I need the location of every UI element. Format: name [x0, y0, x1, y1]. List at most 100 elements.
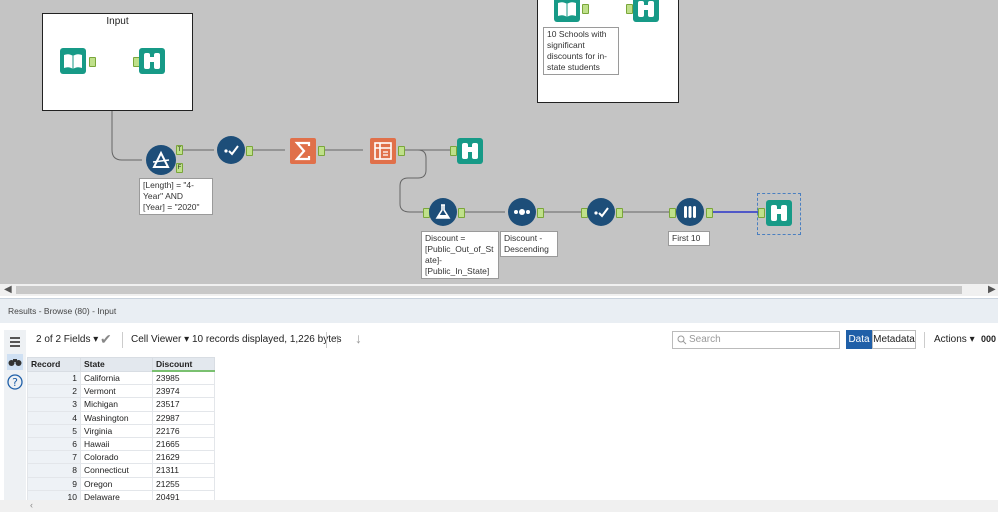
help-icon[interactable]: ? — [7, 374, 23, 390]
table-row[interactable]: 3 Michigan 23517 — [27, 397, 215, 412]
input-data-tool[interactable] — [552, 0, 582, 24]
discount-cell[interactable]: 23517 — [152, 397, 215, 412]
state-cell[interactable]: Vermont — [80, 384, 153, 399]
record-cell: 5 — [27, 423, 81, 438]
data-tab-button[interactable]: Data — [846, 330, 872, 349]
sort-annotation: Discount - Descending — [500, 231, 558, 257]
binoculars-icon — [633, 0, 659, 22]
actions-dropdown[interactable]: Actions ▾ — [934, 334, 975, 345]
results-table[interactable]: Record State Discount 1 California 23985 2… — [27, 357, 215, 504]
arrow-down-icon[interactable]: ↓ — [355, 330, 362, 346]
workflow-canvas[interactable]: Input 10 Schools with significant discou… — [0, 0, 998, 284]
select-tool[interactable] — [217, 136, 245, 164]
input-data-tool[interactable] — [58, 46, 88, 76]
column-header-state[interactable]: State — [80, 357, 153, 372]
discount-cell[interactable]: 22987 — [152, 410, 215, 425]
output-anchor[interactable] — [89, 57, 96, 67]
scrollbar-thumb[interactable] — [16, 286, 962, 294]
table-row[interactable]: 2 Vermont 23974 — [27, 384, 215, 399]
input-anchor[interactable] — [669, 208, 676, 218]
arrow-up-icon[interactable]: ↑ — [334, 330, 341, 346]
output-anchor[interactable] — [318, 146, 325, 156]
checkmark-icon — [224, 145, 239, 156]
results-title: Results - Browse (80) - Input — [8, 306, 117, 316]
output-anchor[interactable] — [537, 208, 544, 218]
table-row[interactable]: 5 Virginia 22176 — [27, 423, 215, 438]
state-cell[interactable]: Michigan — [80, 397, 153, 412]
output-anchor[interactable] — [458, 208, 465, 218]
canvas-horizontal-scrollbar[interactable]: ◀ ▶ — [0, 284, 998, 296]
sample-annotation: First 10 — [668, 231, 710, 246]
state-cell[interactable]: Colorado — [80, 450, 153, 465]
scroll-right-icon[interactable]: ▶ — [988, 284, 996, 295]
filter-true-anchor[interactable]: T — [176, 145, 183, 155]
sort-icon — [514, 209, 530, 215]
output-anchor[interactable] — [398, 146, 405, 156]
record-cell: 4 — [27, 410, 81, 425]
sample-tool[interactable] — [676, 198, 704, 226]
crosstab-tool[interactable] — [368, 136, 398, 166]
output-anchor[interactable] — [616, 208, 623, 218]
discount-cell[interactable]: 21255 — [152, 476, 215, 491]
binoculars-icon[interactable] — [7, 354, 23, 370]
discount-cell[interactable]: 21665 — [152, 436, 215, 452]
browse-tool[interactable] — [137, 46, 167, 76]
cell-viewer-label: Cell Viewer — [131, 334, 182, 345]
formula-tool[interactable] — [429, 198, 457, 226]
toolbar-divider — [122, 332, 123, 348]
results-horizontal-scrollbar[interactable]: ‹ — [0, 500, 998, 512]
metadata-tab-button[interactable]: Metadata — [872, 330, 916, 349]
record-cell: 6 — [27, 436, 81, 452]
state-cell[interactable]: Oregon — [80, 476, 153, 491]
more-options-icon[interactable]: 000 — [981, 334, 996, 344]
state-cell[interactable]: California — [80, 370, 153, 386]
table-row[interactable]: 6 Hawaii 21665 — [27, 436, 215, 452]
results-sidebar: ? — [4, 330, 26, 500]
test-tubes-icon — [684, 206, 696, 218]
record-cell: 1 — [27, 370, 81, 386]
state-cell[interactable]: Washington — [80, 410, 153, 425]
browse-tool[interactable] — [455, 136, 485, 166]
output-anchor[interactable] — [582, 4, 589, 14]
formula-annotation: Discount = [Public_Out_of_St ate]- [Publ… — [421, 231, 499, 279]
discount-cell[interactable]: 21629 — [152, 450, 215, 465]
table-row[interactable]: 9 Oregon 21255 — [27, 476, 215, 491]
browse-tool[interactable] — [764, 198, 794, 228]
filter-false-anchor[interactable]: F — [176, 163, 183, 173]
book-icon — [60, 48, 86, 74]
container-title: Input — [106, 16, 129, 27]
cell-viewer-dropdown[interactable]: Cell Viewer ▾ — [131, 334, 189, 345]
table-row[interactable]: 7 Colorado 21629 — [27, 450, 215, 465]
search-input[interactable]: Search — [672, 331, 840, 349]
discount-cell[interactable]: 23974 — [152, 384, 215, 399]
checkmark-icon[interactable]: ✔ — [100, 331, 112, 348]
browse-tool[interactable] — [631, 0, 661, 24]
table-row[interactable]: 1 California 23985 — [27, 370, 215, 386]
column-header-discount[interactable]: Discount — [152, 357, 215, 372]
select-tool[interactable] — [587, 198, 615, 226]
table-row[interactable]: 8 Connecticut 21311 — [27, 463, 215, 478]
list-icon[interactable] — [7, 334, 23, 350]
table-row[interactable]: 4 Washington 22987 — [27, 410, 215, 425]
filter-tool[interactable] — [146, 145, 176, 175]
summarize-tool[interactable] — [288, 136, 318, 166]
true-label: T — [177, 147, 182, 153]
search-icon — [677, 335, 687, 345]
state-cell[interactable]: Virginia — [80, 423, 153, 438]
discount-cell[interactable]: 21311 — [152, 463, 215, 478]
binoculars-icon — [766, 200, 792, 226]
state-cell[interactable]: Connecticut — [80, 463, 153, 478]
scroll-left-icon[interactable]: ‹ — [30, 500, 33, 510]
results-header: Results - Browse (80) - Input — [0, 298, 998, 323]
table-header-row: Record State Discount — [27, 357, 215, 372]
sort-tool[interactable] — [508, 198, 536, 226]
binoculars-icon — [457, 138, 483, 164]
discount-cell[interactable]: 23985 — [152, 370, 215, 386]
discount-cell[interactable]: 22176 — [152, 423, 215, 438]
output-anchor[interactable] — [246, 146, 253, 156]
scroll-left-icon[interactable]: ◀ — [4, 284, 12, 295]
fields-dropdown[interactable]: 2 of 2 Fields ▾ — [36, 334, 98, 345]
column-header-record[interactable]: Record — [27, 357, 81, 372]
state-cell[interactable]: Hawaii — [80, 436, 153, 452]
output-anchor[interactable] — [706, 208, 713, 218]
